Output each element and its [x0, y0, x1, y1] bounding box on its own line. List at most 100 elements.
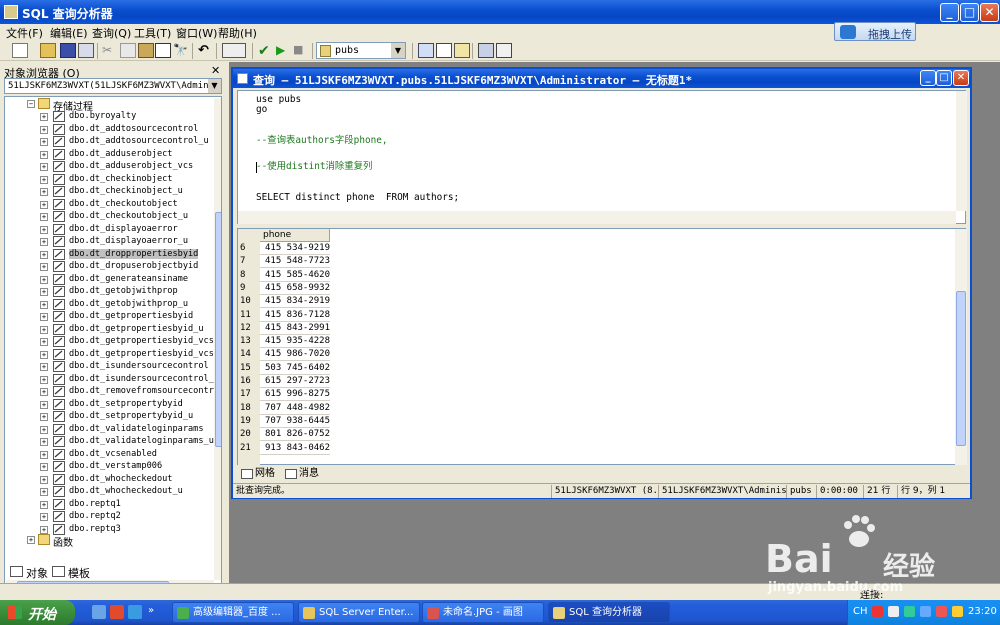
close-icon[interactable]: ✕ [211, 64, 220, 77]
phone-cell[interactable]: 415 986-7020 [265, 349, 330, 359]
table-row[interactable]: 20 801 826-0752 [238, 428, 568, 442]
tree-item[interactable]: + dbo.dt_displayoaerror [5, 223, 210, 237]
new-query-icon[interactable] [12, 43, 28, 58]
tree-item[interactable]: + dbo.dt_isundersourcecontrol_u [5, 373, 219, 387]
tree-item[interactable]: + dbo.dt_addtosourcecontrol_u [5, 136, 210, 149]
shield-icon[interactable] [936, 606, 947, 617]
expand-icon[interactable]: + [40, 475, 48, 484]
editor-vertical-scrollbar[interactable] [956, 91, 967, 211]
tree-scroll-thumb[interactable] [215, 212, 221, 447]
phone-cell[interactable]: 415 843-2991 [265, 323, 330, 333]
tree-item[interactable]: + dbo.dt_getpropertiesbyid [5, 311, 210, 324]
task-sql-server[interactable]: SQL Server Enter... [298, 602, 420, 623]
database-select[interactable]: pubs ▼ [316, 42, 406, 59]
expand-icon[interactable]: + [40, 525, 48, 534]
collapse-icon[interactable]: − [27, 100, 35, 108]
tree-item[interactable]: + dbo.dt_checkoutobject [5, 198, 210, 212]
server-select[interactable]: 51LJSKF6MZ3WVXT(51LJSKF6MZ3WVXT\Administ… [4, 78, 222, 94]
expand-icon[interactable]: + [40, 288, 48, 296]
table-row[interactable]: 6 415 534-9219 [238, 242, 568, 255]
tree-item[interactable]: + dbo.reptq1 [5, 498, 210, 512]
quicklaunch-more-icon[interactable]: » [148, 605, 162, 619]
undo-icon[interactable]: ↶ [198, 43, 214, 58]
table-row[interactable]: 11 415 836-7128 [238, 309, 568, 322]
tree-item[interactable]: + dbo.dt_addtosourcecontrol [5, 123, 210, 137]
query-maximize-button[interactable]: □ [936, 70, 952, 86]
task-query-analyzer[interactable]: SQL 查询分析器 [548, 602, 670, 623]
table-row[interactable]: 14 415 986-7020 [238, 348, 568, 362]
table-row[interactable]: 10 415 834-2919 [238, 295, 568, 309]
phone-cell[interactable]: 707 448-4982 [265, 403, 330, 413]
tab-grid[interactable]: 网格 [239, 467, 275, 482]
task-paint[interactable]: 未命名.JPG - 画图 [422, 602, 544, 623]
close-button[interactable]: ✕ [980, 3, 999, 22]
results-mode-icon[interactable] [222, 43, 246, 58]
expand-icon[interactable]: + [40, 350, 48, 359]
expand-icon[interactable]: + [40, 500, 48, 509]
maximize-button[interactable]: □ [960, 3, 979, 22]
menu-tools[interactable]: 工具(T) [134, 25, 171, 41]
show-execution-plan-icon[interactable] [418, 43, 434, 58]
quicklaunch-app-icon[interactable] [110, 605, 124, 619]
expand-icon[interactable]: + [27, 536, 35, 544]
tree-item[interactable]: + dbo.dt_getpropertiesbyid_vcs_u [5, 348, 221, 362]
results-scroll-thumb[interactable] [956, 291, 966, 446]
expand-icon[interactable]: + [40, 150, 48, 159]
object-tree[interactable]: − 存储过程 + dbo.byroyalty + dbo.dt_addtosource… [4, 96, 222, 591]
tree-item[interactable]: + dbo.dt_verstamp006 [5, 461, 210, 474]
tab-templates[interactable]: 模板 [50, 565, 90, 580]
tray-app-icon[interactable] [888, 606, 899, 617]
chevron-down-icon[interactable]: ▼ [391, 43, 405, 58]
tree-item[interactable]: + dbo.dt_getpropertiesbyid_vcs [5, 336, 214, 349]
expand-icon[interactable]: + [40, 275, 48, 284]
open-folder-icon[interactable] [40, 43, 56, 58]
tree-item[interactable]: + dbo.reptq2 [5, 511, 210, 524]
tree-folder-functions[interactable]: + 函数 [5, 534, 210, 549]
phone-cell[interactable]: 415 658-9932 [265, 283, 330, 293]
insert-template-icon[interactable] [78, 43, 94, 58]
menu-help[interactable]: 帮助(H) [218, 25, 257, 41]
tree-item[interactable]: + dbo.dt_getobjwithprop_u [5, 298, 210, 312]
clear-window-icon[interactable] [155, 43, 171, 58]
expand-icon[interactable]: + [40, 250, 48, 259]
tree-item[interactable]: + dbo.dt_droppropertiesbyid [5, 248, 210, 262]
table-row[interactable]: 8 415 585-4620 [238, 269, 568, 282]
expand-icon[interactable]: + [40, 213, 48, 221]
expand-icon[interactable]: + [40, 138, 48, 146]
browser-icon[interactable] [128, 605, 142, 619]
paste-icon[interactable] [138, 43, 154, 58]
show-results-pane-icon[interactable] [496, 43, 512, 58]
expand-icon[interactable]: + [40, 313, 48, 321]
tree-item[interactable]: + dbo.dt_setpropertybyid_u [5, 411, 210, 424]
tree-item[interactable]: + dbo.dt_checkoutobject_u [5, 211, 210, 224]
execute-query-icon[interactable]: ▶ [276, 43, 292, 58]
object-browser-icon[interactable] [436, 43, 452, 58]
expand-icon[interactable]: + [40, 438, 48, 446]
tree-item[interactable]: + dbo.dt_getobjwithprop [5, 286, 210, 299]
expand-icon[interactable]: + [40, 413, 48, 421]
current-connection-properties-icon[interactable] [478, 43, 494, 58]
minimize-button[interactable]: _ [940, 3, 959, 22]
chevron-down-icon[interactable]: ▼ [208, 79, 221, 93]
menu-edit[interactable]: 编辑(E) [50, 25, 88, 41]
expand-icon[interactable]: + [40, 163, 48, 171]
save-icon[interactable] [60, 43, 76, 58]
expand-icon[interactable]: + [40, 188, 48, 196]
table-row[interactable]: 7 415 548-7723 [238, 255, 568, 269]
phone-cell[interactable]: 415 834-2919 [265, 296, 330, 306]
menu-window[interactable]: 窗口(W) [176, 25, 217, 41]
find-icon[interactable]: 🔭 [173, 43, 189, 58]
tree-item[interactable]: + dbo.dt_dropuserobjectbyid [5, 261, 210, 274]
parse-query-icon[interactable]: ✔ [258, 43, 274, 59]
tree-item[interactable]: + dbo.dt_whocheckedout_u [5, 486, 210, 499]
tab-objects[interactable]: 对象 [8, 565, 48, 580]
network-icon[interactable] [904, 606, 915, 617]
phone-cell[interactable]: 415 935-4228 [265, 336, 330, 346]
phone-cell[interactable]: 615 297-2723 [265, 376, 330, 386]
expand-icon[interactable]: + [40, 388, 48, 396]
cancel-query-icon[interactable]: ■ [293, 43, 309, 58]
phone-cell[interactable]: 415 534-9219 [265, 243, 330, 253]
table-row[interactable]: 12 415 843-2991 [238, 322, 568, 335]
tree-item[interactable]: + dbo.dt_displayoaerror_u [5, 236, 210, 249]
expand-icon[interactable]: + [40, 363, 48, 371]
